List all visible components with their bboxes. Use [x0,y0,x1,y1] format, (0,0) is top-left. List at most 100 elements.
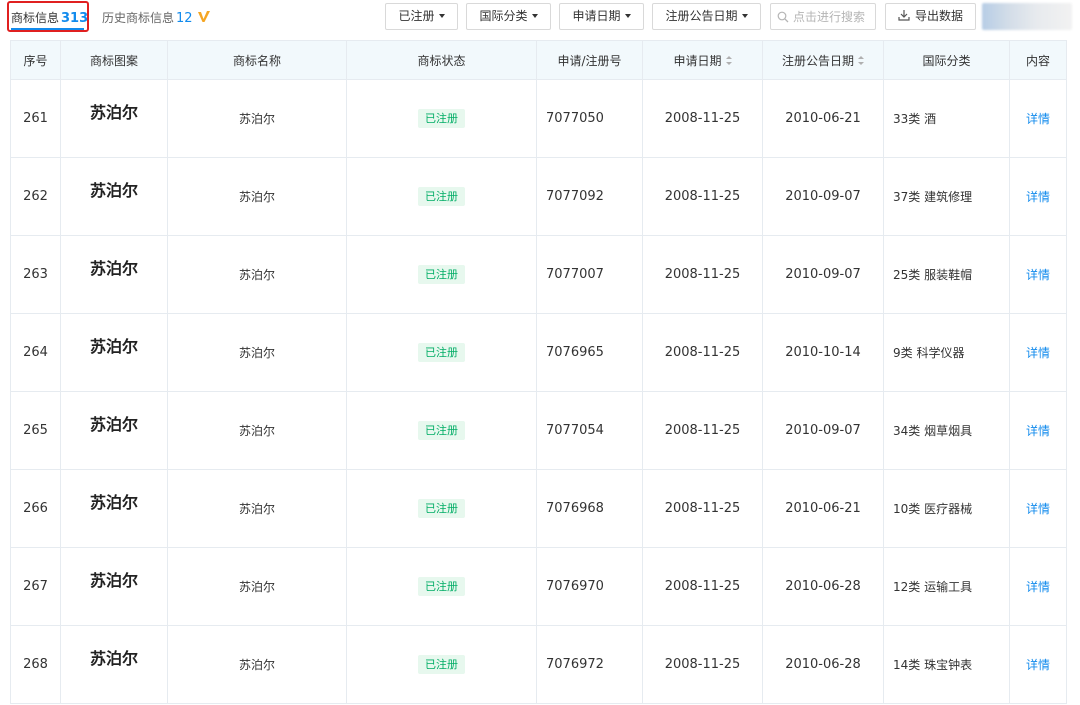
table-row: 267 苏泊尔 苏泊尔 已注册 7076970 2008-11-25 2010-06-28 1… [10,547,1067,626]
reg-number: 7077092 [536,157,643,236]
class-filter-label: 国际分类 [479,9,528,23]
trademark-image: 苏泊尔 [60,625,168,704]
trademark-name: 苏泊尔 [167,625,347,704]
table-header-row: 序号 商标图案 商标名称 商标状态 申请/注册号 申请日期 注册公告日期 国际分… [10,40,1067,80]
trademark-image-text: 苏泊尔 [89,180,138,200]
trademark-image-text: 苏泊尔 [89,570,138,590]
app-date-filter-dropdown[interactable]: 申请日期 [559,3,644,30]
trademark-name: 苏泊尔 [167,157,347,236]
content-cell: 详情 [1009,625,1067,704]
reg-number: 7077007 [536,235,643,314]
header-name: 商标名称 [167,40,347,80]
sort-icon [725,55,732,65]
header-pub-date: 注册公告日期 [781,53,854,68]
status-badge: 已注册 [418,343,465,362]
app-date: 2008-11-25 [642,157,763,236]
detail-link[interactable]: 详情 [1026,502,1050,516]
content-cell: 详情 [1009,235,1067,314]
detail-link[interactable]: 详情 [1026,658,1050,672]
search-icon [777,11,789,23]
sort-icon [858,55,864,65]
tab-trademark-info[interactable]: 商标信息 313 [11,9,88,26]
app-date: 2008-11-25 [642,547,763,626]
trademark-image-text: 苏泊尔 [89,102,138,122]
status-badge: 已注册 [418,109,465,128]
detail-link[interactable]: 详情 [1026,268,1050,282]
row-index: 265 [10,391,61,470]
reg-number: 7076965 [536,313,643,392]
header-intl-class: 国际分类 [883,40,1010,80]
content-cell: 详情 [1009,313,1067,392]
trademark-name: 苏泊尔 [167,391,347,470]
row-index: 261 [10,79,61,158]
reg-number: 7077054 [536,391,643,470]
pub-date: 2010-09-07 [762,157,884,236]
table-row: 261 苏泊尔 苏泊尔 已注册 7077050 2008-11-25 2010-06-21 3… [10,79,1067,158]
tab-history-count: 12 [176,11,193,26]
intl-class: 14类 珠宝钟表 [883,625,1010,704]
trademark-image: 苏泊尔 [60,469,168,548]
trademark-image-text: 苏泊尔 [89,648,138,668]
trademark-name: 苏泊尔 [167,547,347,626]
trademark-status-cell: 已注册 [346,547,537,626]
table-row: 266 苏泊尔 苏泊尔 已注册 7076968 2008-11-25 2010-06-21 1… [10,469,1067,548]
detail-link[interactable]: 详情 [1026,580,1050,594]
content-cell: 详情 [1009,157,1067,236]
table-row: 262 苏泊尔 苏泊尔 已注册 7077092 2008-11-25 2010-09-07 3… [10,157,1067,236]
active-tab-underline [11,28,84,30]
header-index: 序号 [10,40,61,80]
intl-class: 25类 服装鞋帽 [883,235,1010,314]
status-badge: 已注册 [418,421,465,440]
detail-link[interactable]: 详情 [1026,346,1050,360]
content-cell: 详情 [1009,547,1067,626]
table-row: 265 苏泊尔 苏泊尔 已注册 7077054 2008-11-25 2010-09-07 3… [10,391,1067,470]
trademark-image: 苏泊尔 [60,391,168,470]
status-badge: 已注册 [418,577,465,596]
row-index: 266 [10,469,61,548]
status-filter-dropdown[interactable]: 已注册 [385,3,458,30]
header-content: 内容 [1009,40,1067,80]
header-app-date-sort[interactable]: 申请日期 [642,40,763,80]
download-icon [898,10,910,21]
detail-link[interactable]: 详情 [1026,112,1050,126]
trademark-image-text: 苏泊尔 [89,258,138,278]
header-app-date: 申请日期 [673,53,722,68]
tab-trademark-info-count: 313 [61,11,89,26]
toolbar: 商标信息313 历史商标信息12 已注册 国际分类 申请日期 注册公告日期 导出… [0,0,1080,36]
intl-class: 9类 科学仪器 [883,313,1010,392]
trademark-name: 苏泊尔 [167,313,347,392]
row-index: 262 [10,157,61,236]
trademark-image-text: 苏泊尔 [89,492,138,512]
table-body: 261 苏泊尔 苏泊尔 已注册 7077050 2008-11-25 2010-06-21 3… [10,79,1067,704]
reg-number: 7077050 [536,79,643,158]
export-data-button[interactable]: 导出数据 [885,3,976,30]
pub-date: 2010-09-07 [762,391,884,470]
chevron-down-icon [438,14,445,18]
table-row: 268 苏泊尔 苏泊尔 已注册 7076972 2008-11-25 2010-06-28 1… [10,625,1067,704]
detail-link[interactable]: 详情 [1026,190,1050,204]
row-index: 268 [10,625,61,704]
header-pub-date-sort[interactable]: 注册公告日期 [762,40,884,80]
table-row: 263 苏泊尔 苏泊尔 已注册 7077007 2008-11-25 2010-09-07 2… [10,235,1067,314]
reg-number: 7076972 [536,625,643,704]
app-date-filter-label: 申请日期 [572,9,621,23]
chevron-down-icon [624,14,631,18]
intl-class: 34类 烟草烟具 [883,391,1010,470]
status-filter-label: 已注册 [398,9,435,23]
search-input[interactable] [793,7,873,26]
trademark-image: 苏泊尔 [60,235,168,314]
intl-class: 12类 运输工具 [883,547,1010,626]
status-badge: 已注册 [418,265,465,284]
content-cell: 详情 [1009,79,1067,158]
app-date: 2008-11-25 [642,469,763,548]
app-date: 2008-11-25 [642,625,763,704]
trademark-name: 苏泊尔 [167,469,347,548]
pub-date: 2010-06-21 [762,469,884,548]
vip-icon [198,11,211,22]
tab-history-trademark-info[interactable]: 历史商标信息 12 [102,9,211,26]
trademark-name: 苏泊尔 [167,235,347,314]
detail-link[interactable]: 详情 [1026,424,1050,438]
pub-date: 2010-06-28 [762,625,884,704]
class-filter-dropdown[interactable]: 国际分类 [466,3,551,30]
pub-date-filter-dropdown[interactable]: 注册公告日期 [652,3,761,30]
